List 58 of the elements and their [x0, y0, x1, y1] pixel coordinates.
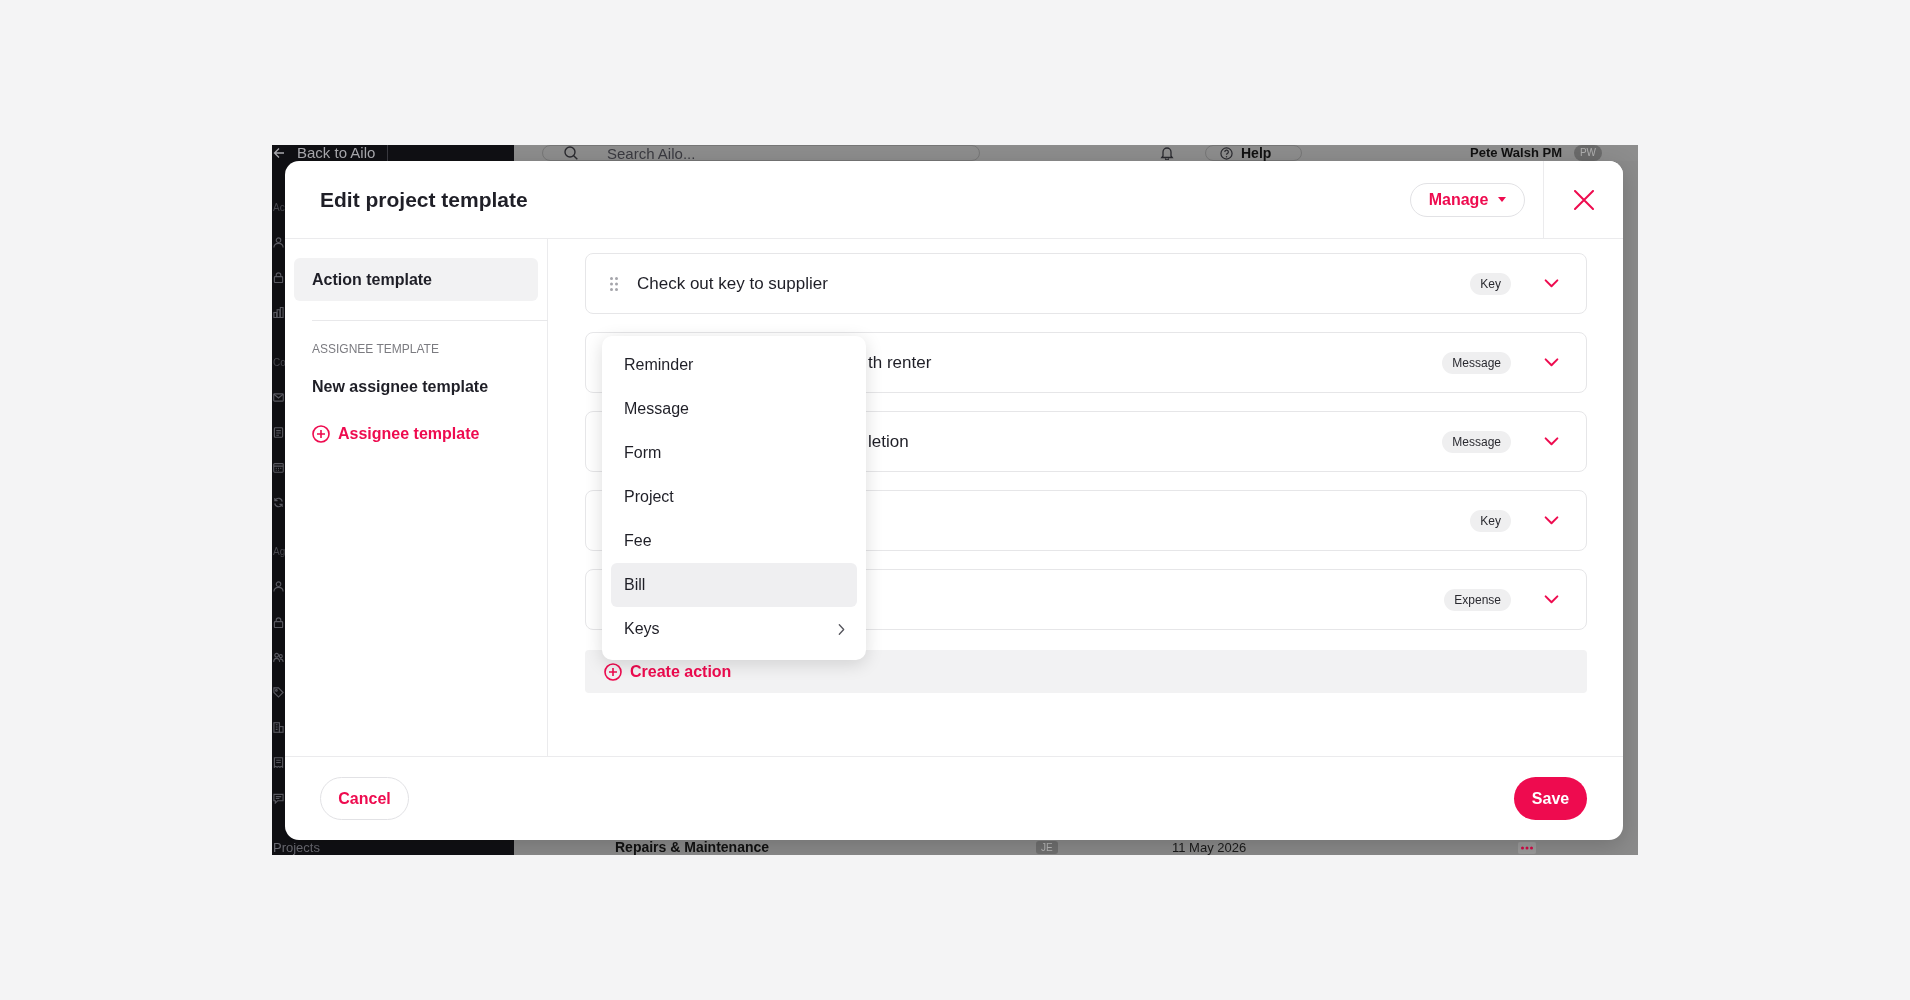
chevron-down-icon[interactable]	[1544, 437, 1559, 446]
type-tag: Message	[1442, 430, 1511, 453]
envelope-icon[interactable]	[273, 391, 284, 403]
action-title: th renter	[868, 352, 932, 373]
plus-circle-icon	[604, 662, 622, 681]
chevron-down-icon[interactable]	[1544, 516, 1559, 525]
lock-icon[interactable]	[273, 616, 284, 628]
menu-item[interactable]: Bill	[611, 563, 857, 607]
lock-icon[interactable]	[273, 272, 284, 284]
cancel-button[interactable]: Cancel	[320, 777, 409, 820]
building-icon[interactable]	[273, 722, 284, 734]
bar-chart-icon[interactable]	[273, 307, 284, 319]
close-button[interactable]	[1543, 161, 1623, 238]
manage-button[interactable]: Manage	[1410, 182, 1525, 217]
back-link[interactable]: Back to Ailo	[272, 145, 376, 161]
dialog-title: Edit project template	[320, 187, 528, 212]
sidebar-item[interactable]: New assignee template	[294, 377, 538, 397]
question-icon	[1220, 146, 1233, 160]
add-assignee-template-link[interactable]: Assignee template	[312, 424, 480, 444]
chevron-down-icon[interactable]	[1544, 279, 1559, 288]
person-icon[interactable]	[273, 581, 284, 593]
action-card[interactable]: Check out key to supplier Key	[585, 253, 1587, 314]
search-icon	[564, 146, 578, 160]
bell-icon[interactable]	[1160, 146, 1174, 160]
close-icon	[1573, 189, 1594, 210]
document-icon[interactable]	[273, 426, 284, 438]
save-button[interactable]: Save	[1514, 777, 1587, 820]
user-name: Pete Walsh PM	[1470, 145, 1562, 161]
type-tag: Expense	[1444, 588, 1511, 611]
arrow-left-icon	[273, 147, 285, 159]
sidebar-item[interactable]: Action template	[294, 258, 538, 301]
type-tag: Key	[1470, 509, 1511, 532]
row-date: 11 May 2026	[1172, 840, 1248, 855]
plus-circle-icon	[312, 425, 330, 443]
action-title: Check out key to supplier	[637, 273, 828, 294]
nav-section-heading: Ac	[272, 201, 285, 215]
nav-section-heading: Ag	[272, 545, 286, 560]
chevron-right-icon	[838, 622, 845, 636]
action-title: letion	[868, 431, 909, 452]
receipt-icon[interactable]	[273, 757, 284, 769]
chat-icon[interactable]	[273, 792, 284, 804]
chevron-down-icon[interactable]	[1544, 358, 1559, 367]
tag-icon[interactable]	[273, 686, 284, 698]
assignee-initials: JE	[1036, 841, 1058, 854]
create-action-button[interactable]: Create action	[585, 650, 1587, 693]
chevron-down-icon[interactable]	[1544, 595, 1559, 604]
section-heading: ASSIGNEE TEMPLATE	[312, 342, 439, 356]
refresh-icon[interactable]	[273, 497, 284, 509]
search-field[interactable]: Search Ailo...	[542, 145, 980, 161]
drag-handle-icon[interactable]	[610, 276, 618, 291]
person-icon[interactable]	[273, 237, 284, 249]
row-title: Repairs & Maintenance	[615, 840, 771, 855]
people-icon[interactable]	[273, 651, 284, 663]
more-icon[interactable]	[1518, 841, 1536, 854]
calendar-icon[interactable]	[273, 462, 284, 474]
caret-down-icon	[1498, 197, 1507, 202]
type-tag: Message	[1442, 351, 1511, 374]
type-tag: Key	[1470, 272, 1511, 295]
